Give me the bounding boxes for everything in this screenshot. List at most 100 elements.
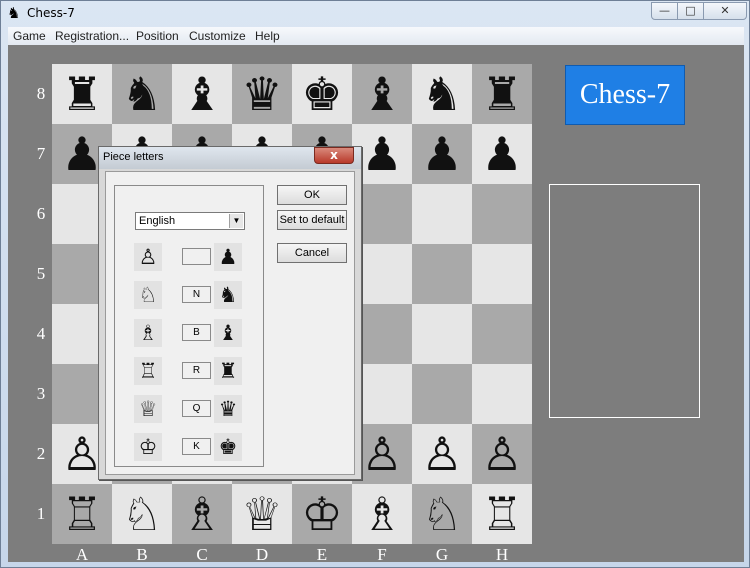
black-rook-icon[interactable]: ♜: [52, 64, 112, 124]
rank-label-8: 8: [36, 84, 46, 103]
square-d8[interactable]: ♛: [232, 64, 292, 124]
black-knight-icon[interactable]: ♞: [412, 64, 472, 124]
black-pawn-icon: ♟: [214, 243, 242, 271]
square-h3[interactable]: [472, 364, 532, 424]
square-e8[interactable]: ♚: [292, 64, 352, 124]
square-g8[interactable]: ♞: [412, 64, 472, 124]
game-area: 87654321 ♜♞♝♛♚♝♞♜♟♟♟♟♟♟♟♟♙♙♙♙♙♙♙♙♖♘♗♕♔♗♘…: [8, 45, 744, 562]
menu-registration[interactable]: Registration...: [55, 29, 129, 43]
close-button[interactable]: ✕: [703, 2, 747, 20]
king-letter-field[interactable]: K: [182, 438, 211, 455]
knight-letter-field[interactable]: N: [182, 286, 211, 303]
white-pawn-icon: ♙: [134, 243, 162, 271]
menu-game[interactable]: Game: [13, 29, 46, 43]
white-pawn-icon[interactable]: ♙: [472, 424, 532, 484]
black-rook-icon: ♜: [214, 357, 242, 385]
square-c8[interactable]: ♝: [172, 64, 232, 124]
maximize-button[interactable]: □: [677, 2, 704, 20]
square-h2[interactable]: ♙: [472, 424, 532, 484]
square-f1[interactable]: ♗: [352, 484, 412, 544]
square-e1[interactable]: ♔: [292, 484, 352, 544]
knight-app-icon: ♞: [7, 4, 21, 22]
black-pawn-icon[interactable]: ♟: [472, 124, 532, 184]
rank-label-3: 3: [36, 384, 46, 403]
black-knight-icon[interactable]: ♞: [112, 64, 172, 124]
square-g6[interactable]: [412, 184, 472, 244]
bishop-letter-field[interactable]: B: [182, 324, 211, 341]
white-pawn-icon[interactable]: ♙: [412, 424, 472, 484]
rook-letter-field[interactable]: R: [182, 362, 211, 379]
white-knight-icon[interactable]: ♘: [412, 484, 472, 544]
white-bishop-icon: ♗: [134, 319, 162, 347]
rank-label-2: 2: [36, 444, 46, 463]
title-bar[interactable]: ♞ Chess-7 — □ ✕: [1, 1, 749, 27]
square-a8[interactable]: ♜: [52, 64, 112, 124]
black-pawn-icon[interactable]: ♟: [412, 124, 472, 184]
dialog-close-button[interactable]: x: [314, 147, 354, 164]
square-h5[interactable]: [472, 244, 532, 304]
piece-letters-group: English ▼ ♙ ♟ ♘ N ♞ ♗ B ♝ ♖ R ♜ ♕ Q ♛ ♔ K ♚: [114, 185, 264, 467]
square-g1[interactable]: ♘: [412, 484, 472, 544]
queen-letter-field[interactable]: Q: [182, 400, 211, 417]
language-select[interactable]: English ▼: [135, 212, 245, 230]
white-queen-icon: ♕: [134, 395, 162, 423]
file-label-b: B: [136, 545, 148, 562]
menu-position[interactable]: Position: [136, 29, 179, 43]
cancel-button[interactable]: Cancel: [277, 243, 347, 263]
square-h8[interactable]: ♜: [472, 64, 532, 124]
square-h7[interactable]: ♟: [472, 124, 532, 184]
file-label-f: F: [377, 545, 387, 562]
rank-label-7: 7: [36, 144, 46, 163]
set-to-default-button[interactable]: Set to default: [277, 210, 347, 230]
menu-bar: Game Registration... Position Customize …: [8, 27, 744, 46]
language-value: English: [139, 215, 176, 227]
square-c1[interactable]: ♗: [172, 484, 232, 544]
white-rook-icon: ♖: [134, 357, 162, 385]
black-bishop-icon[interactable]: ♝: [352, 64, 412, 124]
white-king-icon: ♔: [134, 433, 162, 461]
square-g4[interactable]: [412, 304, 472, 364]
square-g5[interactable]: [412, 244, 472, 304]
ok-button[interactable]: OK: [277, 185, 347, 205]
square-h6[interactable]: [472, 184, 532, 244]
white-rook-icon[interactable]: ♖: [52, 484, 112, 544]
black-rook-icon[interactable]: ♜: [472, 64, 532, 124]
black-queen-icon: ♛: [214, 395, 242, 423]
white-bishop-icon[interactable]: ♗: [352, 484, 412, 544]
file-label-e: E: [316, 545, 328, 562]
menu-help[interactable]: Help: [255, 29, 280, 43]
file-label-c: C: [196, 545, 208, 562]
square-h4[interactable]: [472, 304, 532, 364]
square-h1[interactable]: ♖: [472, 484, 532, 544]
dialog-title-bar[interactable]: Piece letters x: [99, 147, 361, 169]
square-g3[interactable]: [412, 364, 472, 424]
square-g7[interactable]: ♟: [412, 124, 472, 184]
black-bishop-icon[interactable]: ♝: [172, 64, 232, 124]
white-bishop-icon[interactable]: ♗: [172, 484, 232, 544]
white-king-icon[interactable]: ♔: [292, 484, 352, 544]
square-b8[interactable]: ♞: [112, 64, 172, 124]
pawn-letter-field[interactable]: [182, 248, 211, 265]
white-knight-icon: ♘: [134, 281, 162, 309]
white-rook-icon[interactable]: ♖: [472, 484, 532, 544]
dialog-body: English ▼ ♙ ♟ ♘ N ♞ ♗ B ♝ ♖ R ♜ ♕ Q ♛ ♔ K ♚ OK Set to de…: [105, 171, 355, 475]
black-bishop-icon: ♝: [214, 319, 242, 347]
window-title: Chess-7: [27, 6, 75, 20]
black-queen-icon[interactable]: ♛: [232, 64, 292, 124]
white-knight-icon[interactable]: ♘: [112, 484, 172, 544]
square-a1[interactable]: ♖: [52, 484, 112, 544]
rank-label-4: 4: [36, 324, 46, 343]
file-label-d: D: [255, 545, 269, 562]
white-queen-icon[interactable]: ♕: [232, 484, 292, 544]
black-king-icon[interactable]: ♚: [292, 64, 352, 124]
menu-customize[interactable]: Customize: [189, 29, 246, 43]
move-list-panel: [549, 184, 700, 418]
chevron-down-icon[interactable]: ▼: [229, 214, 243, 228]
main-window: ♞ Chess-7 — □ ✕ Game Registration... Pos…: [0, 0, 750, 568]
square-g2[interactable]: ♙: [412, 424, 472, 484]
minimize-button[interactable]: —: [651, 2, 678, 20]
rank-label-1: 1: [36, 504, 46, 523]
square-b1[interactable]: ♘: [112, 484, 172, 544]
square-f8[interactable]: ♝: [352, 64, 412, 124]
square-d1[interactable]: ♕: [232, 484, 292, 544]
